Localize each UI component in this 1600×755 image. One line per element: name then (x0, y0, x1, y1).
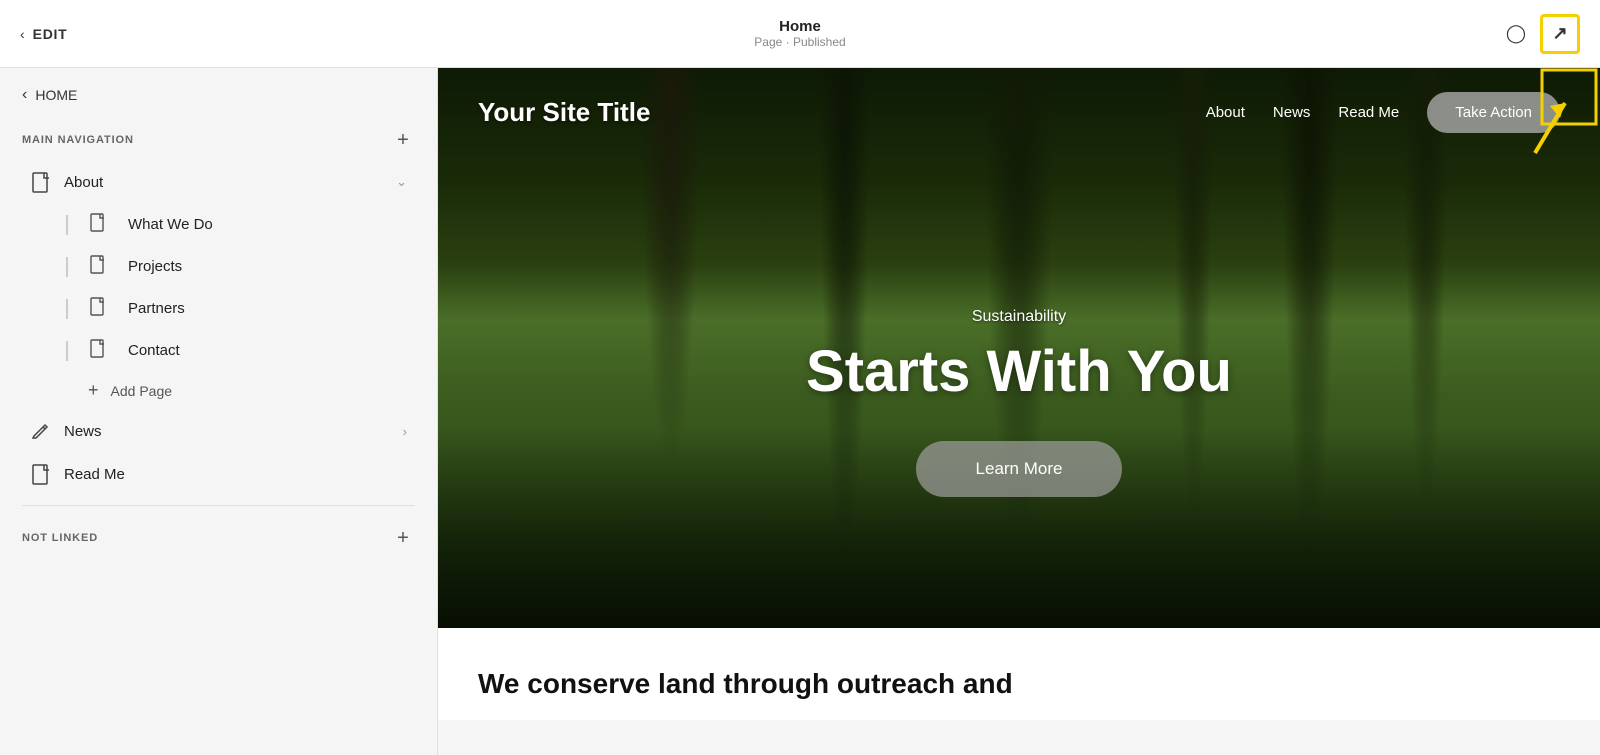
below-hero-text: We conserve land through outreach and (478, 668, 1078, 700)
sidebar-back-button[interactable]: ‹ HOME (0, 68, 437, 118)
edit-label[interactable]: EDIT (33, 26, 68, 42)
sidebar-subitem-contact-label: Contact (128, 342, 180, 359)
page-name: Home (754, 18, 845, 35)
sidebar: ‹ HOME MAIN NAVIGATION + About ⌄ (0, 68, 438, 755)
chevron-down-icon: ⌄ (396, 174, 407, 190)
external-link-icon: ↗ (1552, 23, 1567, 44)
sidebar-subitem-what-we-do[interactable]: What We Do (8, 204, 429, 245)
page-icon (30, 171, 52, 193)
sidebar-subitem-partners-label: Partners (128, 300, 185, 317)
sub-indent-line (66, 215, 68, 235)
not-linked-add-button[interactable]: + (391, 526, 415, 550)
main-layout: ‹ HOME MAIN NAVIGATION + About ⌄ (0, 68, 1600, 755)
back-chevron-icon: ‹ (22, 86, 27, 104)
sidebar-divider (22, 505, 415, 506)
sidebar-item-news[interactable]: News › (8, 410, 429, 452)
not-linked-label: NOT LINKED (22, 532, 98, 544)
sidebar-subitem-contact[interactable]: Contact (8, 330, 429, 371)
add-icon: + (397, 129, 409, 152)
hero-content: Sustainability Starts With You Learn Mor… (438, 157, 1600, 628)
external-link-button[interactable]: ↗ (1540, 14, 1580, 54)
toolbar-center: Home Page · Published (754, 18, 845, 49)
sub-indent-line-3 (66, 299, 68, 319)
page-icon-sub-4 (90, 339, 106, 362)
sidebar-subitem-what-we-do-label: What We Do (128, 216, 213, 233)
hero-nav-about[interactable]: About (1206, 104, 1245, 121)
page-status: Page · Published (754, 35, 845, 49)
sidebar-subitem-projects-label: Projects (128, 258, 182, 275)
sidebar-item-news-label: News (64, 423, 391, 440)
about-subitems: What We Do Projects (0, 204, 437, 409)
toolbar-left: ‹ EDIT (20, 26, 67, 42)
not-linked-section-header: NOT LINKED + (0, 516, 437, 558)
chevron-right-icon: › (403, 424, 407, 439)
toolbar-right: ◯ ↗ (1496, 14, 1580, 54)
hero-nav-links: About News Read Me Take Action (1206, 92, 1560, 133)
sidebar-item-about-label: About (64, 174, 384, 191)
hero-nav-read-me[interactable]: Read Me (1338, 104, 1399, 121)
add-page-plus-icon: + (88, 380, 99, 401)
page-icon-sub-3 (90, 297, 106, 320)
sidebar-subitem-partners[interactable]: Partners (8, 288, 429, 329)
main-nav-section-header: MAIN NAVIGATION + (0, 118, 437, 160)
toolbar: ‹ EDIT Home Page · Published ◯ ↗ (0, 0, 1600, 68)
mobile-preview-button[interactable]: ◯ (1496, 14, 1536, 54)
hero-title: Starts With You (806, 338, 1232, 405)
page-icon-read-me (30, 463, 52, 485)
main-nav-add-button[interactable]: + (391, 128, 415, 152)
sidebar-item-about[interactable]: About ⌄ (8, 161, 429, 203)
add-page-label: Add Page (111, 383, 173, 399)
main-nav-label: MAIN NAVIGATION (22, 134, 134, 146)
hero-section: Your Site Title About News Read Me Take … (438, 68, 1600, 628)
page-icon-sub-2 (90, 255, 106, 278)
page-icon-sub (90, 213, 106, 236)
sidebar-back-label: HOME (35, 87, 77, 103)
sub-indent-line-5 (66, 381, 68, 401)
learn-more-button[interactable]: Learn More (916, 441, 1123, 497)
preview-area: Your Site Title About News Read Me Take … (438, 68, 1600, 755)
sidebar-subitem-projects[interactable]: Projects (8, 246, 429, 287)
pencil-icon (30, 420, 52, 442)
back-arrow-icon: ‹ (20, 26, 25, 42)
not-linked-add-icon: + (397, 527, 409, 550)
add-page-button[interactable]: + Add Page (8, 372, 429, 409)
hero-nav-news[interactable]: News (1273, 104, 1311, 121)
site-title: Your Site Title (478, 97, 650, 128)
sidebar-item-read-me-label: Read Me (64, 466, 407, 483)
mobile-icon: ◯ (1506, 23, 1526, 44)
sub-indent-line-2 (66, 257, 68, 277)
sidebar-item-read-me[interactable]: Read Me (8, 453, 429, 495)
hero-take-action-button[interactable]: Take Action (1427, 92, 1560, 133)
sub-indent-line-4 (66, 341, 68, 361)
hero-nav: Your Site Title About News Read Me Take … (438, 68, 1600, 157)
below-hero-section: We conserve land through outreach and (438, 628, 1600, 720)
hero-subtitle: Sustainability (972, 308, 1066, 326)
